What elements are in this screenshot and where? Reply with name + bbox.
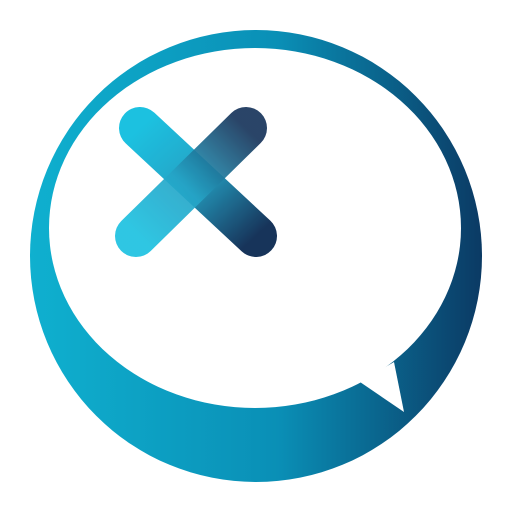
app-logo-icon xyxy=(30,30,482,482)
